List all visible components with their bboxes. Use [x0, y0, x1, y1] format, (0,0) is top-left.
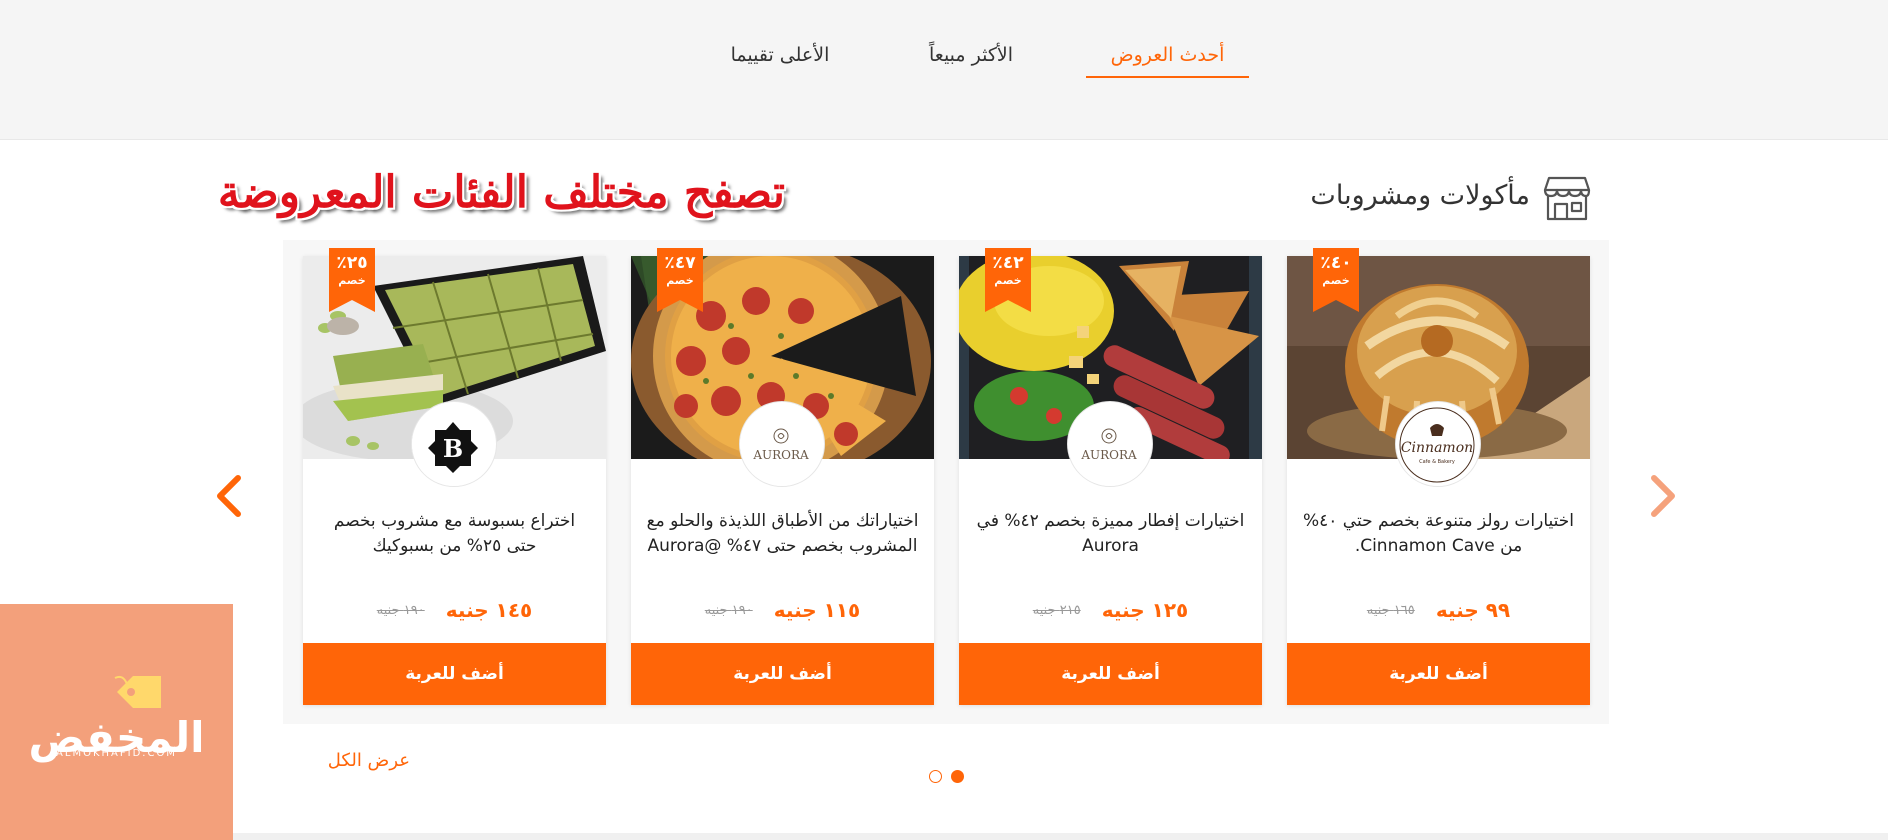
tab-best-sellers[interactable]: الأكثر مبيعاً — [906, 40, 1036, 78]
price-new: ١٢٥ جنيه — [1101, 598, 1189, 622]
offer-card[interactable]: ٤٠٪ خصم Cinnamon Cafe & Bakery اختيارات … — [1287, 248, 1590, 705]
price-new: ١١٥ جنيه — [773, 598, 861, 622]
price-old: ١٦٥ جنيه — [1366, 602, 1415, 618]
store-icon — [1543, 174, 1591, 222]
brand-logo-aurora: AURORA — [739, 401, 825, 487]
brand-logo-text: AURORA — [752, 448, 809, 462]
price-tag-icon — [114, 675, 161, 708]
price-row: ١١٥ جنيه ١٩٠ جنيه — [631, 598, 934, 628]
discount-percent: ٤٢٪ — [992, 253, 1024, 273]
price-row: ٩٩ جنيه ١٦٥ جنيه — [1287, 598, 1590, 628]
section-title: مأكولات ومشروبات — [1310, 180, 1530, 211]
carousel-next-arrow[interactable] — [1646, 472, 1682, 520]
brand-logo-cinnamon-cave: Cinnamon Cafe & Bakery — [1395, 401, 1481, 487]
discount-label: خصم — [1322, 274, 1350, 287]
price-old: ١٩٠ جنيه — [376, 602, 425, 618]
brand-logo-text: Cinnamon — [1401, 440, 1473, 456]
price-row: ١٤٥ جنيه ١٩٠ جنيه — [303, 598, 606, 628]
watermark-logo: المخفض ALMOKHAFID.COM — [0, 604, 233, 840]
discount-percent: ٤٧٪ — [664, 253, 696, 273]
carousel-prev-arrow[interactable] — [210, 472, 246, 520]
offer-title[interactable]: اختياراتك من الأطباق اللذيذة والحلو مع ا… — [645, 509, 920, 585]
tab-top-rated[interactable]: الأعلى تقييما — [705, 40, 855, 78]
offer-title[interactable]: اختيارات رولز متنوعة بخصم حتي ٤٠% من Cin… — [1301, 509, 1576, 585]
view-all-link[interactable]: عرض الكل — [290, 750, 410, 778]
discount-badge: ٤٠٪ خصم — [1313, 248, 1359, 312]
price-new: ١٤٥ جنيه — [445, 598, 533, 622]
discount-badge: ٢٥٪ خصم — [329, 248, 375, 312]
section-divider — [233, 833, 1888, 840]
discount-label: خصم — [994, 274, 1022, 287]
discount-percent: ٢٥٪ — [336, 253, 368, 273]
discount-label: خصم — [666, 274, 694, 287]
pagination-dot-2[interactable] — [929, 770, 942, 783]
discount-label: خصم — [338, 274, 366, 287]
add-to-cart-button[interactable]: أضف للعربة — [1287, 643, 1590, 705]
brand-logo-text: B — [443, 434, 463, 463]
pagination-dot-1[interactable] — [951, 770, 964, 783]
add-to-cart-button[interactable]: أضف للعربة — [959, 643, 1262, 705]
offer-card[interactable]: ٢٥٪ خصم B اختراع بسبوسة مع مشروب بخصم حت… — [303, 248, 606, 705]
add-to-cart-button[interactable]: أضف للعربة — [303, 643, 606, 705]
price-old: ١٩٠ جنيه — [704, 602, 753, 618]
discount-percent: ٤٠٪ — [1320, 253, 1352, 273]
promo-heading: تصفح مختلف الفئات المعروضة — [217, 167, 785, 218]
offer-card[interactable]: ٤٧٪ خصم AURORA اختياراتك من الأطباق اللذ… — [631, 248, 934, 705]
price-old: ٢١٥ جنيه — [1032, 602, 1081, 618]
watermark-url: ALMOKHAFID.COM — [56, 748, 177, 759]
add-to-cart-button[interactable]: أضف للعربة — [631, 643, 934, 705]
discount-badge: ٤٢٪ خصم — [985, 248, 1031, 312]
brand-logo-subtext: Cafe & Bakery — [1419, 459, 1455, 465]
offer-card[interactable]: ٤٢٪ خصم AURORA اختيارات إفطار مميزة بخصم… — [959, 248, 1262, 705]
brand-logo-aurora: AURORA — [1067, 401, 1153, 487]
tab-bar: أحدث العروض الأكثر مبيعاً الأعلى تقييما — [0, 0, 1888, 140]
price-row: ١٢٥ جنيه ٢١٥ جنيه — [959, 598, 1262, 628]
brand-logo-basbocake: B — [411, 401, 497, 487]
offer-title[interactable]: اختراع بسبوسة مع مشروب بخصم حتى ٢٥% من ب… — [317, 509, 592, 585]
price-new: ٩٩ جنيه — [1435, 598, 1511, 622]
discount-badge: ٤٧٪ خصم — [657, 248, 703, 312]
offer-title[interactable]: اختيارات إفطار مميزة بخصم ٤٢% في Aurora — [973, 509, 1248, 585]
brand-logo-text: AURORA — [1080, 448, 1137, 462]
tab-latest-offers[interactable]: أحدث العروض — [1086, 40, 1249, 78]
